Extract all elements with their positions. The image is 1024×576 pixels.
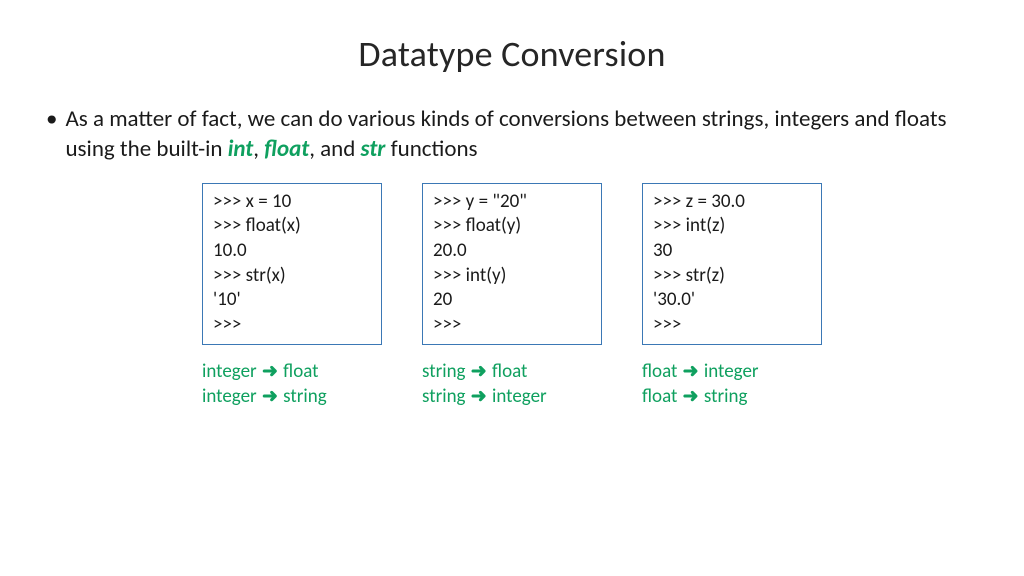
arrow-icon: ➜: [470, 359, 488, 385]
label-from: integer: [202, 385, 257, 408]
code-box-2: >>> y = "20" >>> float(y) 20.0 >>> int(y…: [422, 183, 602, 345]
bullet-post: functions: [385, 135, 477, 163]
label-col-3: float ➜ integer float ➜ string: [642, 359, 822, 410]
label-1b: integer ➜ string: [202, 384, 382, 410]
label-from: float: [642, 360, 677, 383]
arrow-icon: ➜: [682, 384, 700, 410]
label-2a: string ➜ float: [422, 359, 602, 385]
bullet-sep2: , and: [309, 135, 360, 163]
slide: Datatype Conversion • As a matter of fac…: [0, 0, 1024, 576]
arrow-icon: ➜: [470, 384, 488, 410]
code-box-3: >>> z = 30.0 >>> int(z) 30 >>> str(z) '3…: [642, 183, 822, 345]
code-box-1: >>> x = 10 >>> float(x) 10.0 >>> str(x) …: [202, 183, 382, 345]
arrow-icon: ➜: [261, 359, 279, 385]
bullet-pre: As a matter of fact, we can do various k…: [65, 105, 946, 163]
slide-title: Datatype Conversion: [40, 32, 984, 76]
code-box-row: >>> x = 10 >>> float(x) 10.0 >>> str(x) …: [40, 183, 984, 345]
label-to: string: [283, 385, 327, 408]
arrow-icon: ➜: [682, 359, 700, 385]
label-2b: string ➜ integer: [422, 384, 602, 410]
bullet-sep1: ,: [253, 135, 264, 163]
label-from: float: [642, 385, 677, 408]
label-3b: float ➜ string: [642, 384, 822, 410]
label-1a: integer ➜ float: [202, 359, 382, 385]
keyword-float: float: [264, 135, 309, 163]
bullet-text: As a matter of fact, we can do various k…: [65, 104, 978, 165]
label-to: float: [492, 360, 527, 383]
keyword-int: int: [228, 135, 254, 163]
arrow-icon: ➜: [261, 384, 279, 410]
label-col-2: string ➜ float string ➜ integer: [422, 359, 602, 410]
bullet-dot: •: [46, 104, 57, 134]
label-from: string: [422, 385, 466, 408]
label-to: float: [283, 360, 318, 383]
label-from: integer: [202, 360, 257, 383]
label-from: string: [422, 360, 466, 383]
label-3a: float ➜ integer: [642, 359, 822, 385]
keyword-str: str: [361, 135, 386, 163]
label-to: integer: [492, 385, 547, 408]
label-row: integer ➜ float integer ➜ string string …: [40, 359, 984, 410]
label-col-1: integer ➜ float integer ➜ string: [202, 359, 382, 410]
label-to: integer: [704, 360, 759, 383]
label-to: string: [704, 385, 748, 408]
bullet-item: • As a matter of fact, we can do various…: [46, 104, 978, 165]
